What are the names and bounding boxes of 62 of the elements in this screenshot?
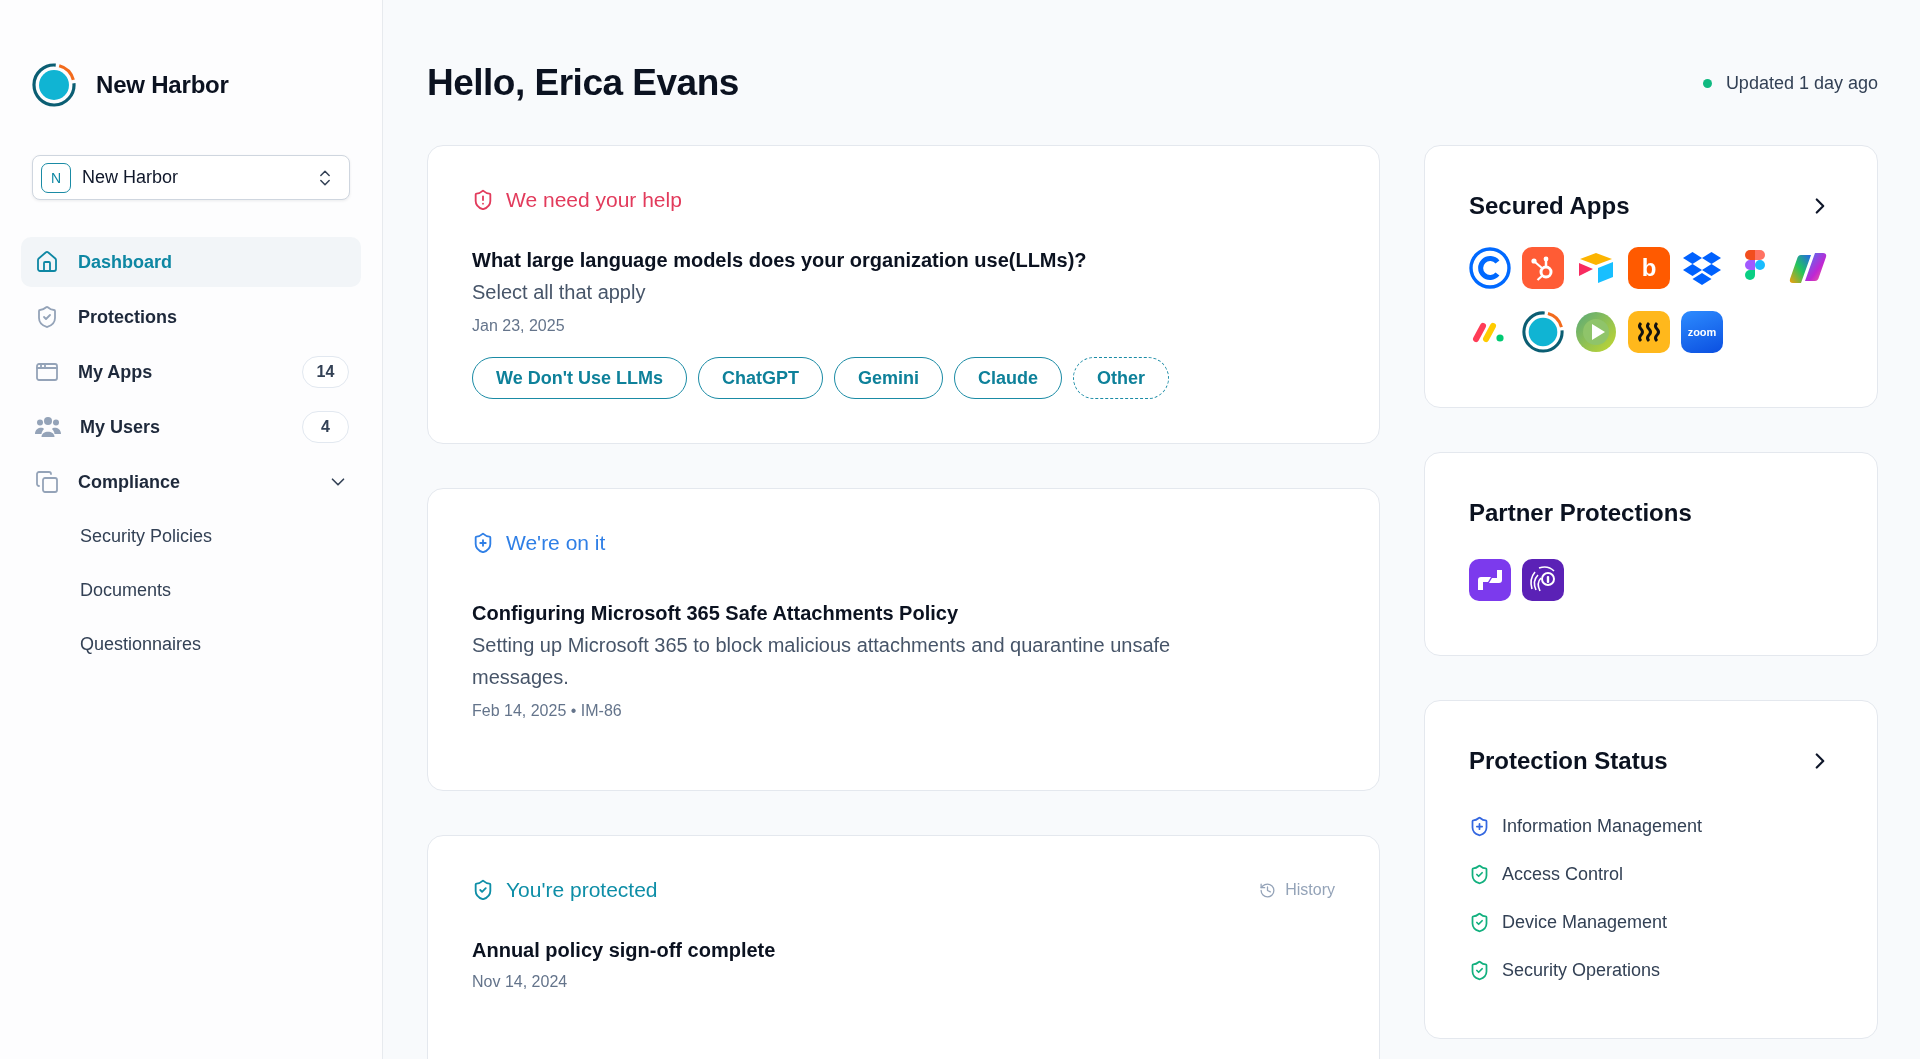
status-label: Information Management (1502, 815, 1703, 837)
answer-chip[interactable]: ChatGPT (697, 357, 823, 399)
item-description: Select all that apply (472, 280, 647, 305)
nav-item[interactable]: Protections (21, 292, 361, 342)
item-meta: Nov 14, 2024 (472, 972, 569, 992)
ring-logo-icon (1522, 311, 1564, 353)
shield-plus-icon (472, 532, 494, 554)
item-meta: Feb 14, 2025 • IM-86 (472, 701, 623, 721)
hub-logo-icon (1522, 247, 1564, 289)
answer-chip[interactable]: We Don't Use LLMs (472, 357, 687, 399)
status-heading: We need your help (506, 188, 682, 212)
nav-item[interactable]: Dashboard (21, 237, 361, 287)
shield-check-icon (1469, 911, 1490, 933)
link-mark-logo-icon (1469, 559, 1511, 601)
history-icon (1259, 881, 1277, 899)
shield-check-icon (35, 305, 59, 329)
status-label: Security Operations (1502, 959, 1661, 981)
brand-name: New Harbor (96, 71, 229, 99)
shield-check-icon (1469, 959, 1490, 981)
shield-check-icon (472, 879, 494, 901)
card-title: Protection Status (1469, 747, 1668, 775)
status-heading: We're on it (506, 531, 606, 555)
count-badge: 14 (302, 356, 349, 388)
status-dot-icon (1702, 78, 1712, 88)
nav-subitem[interactable]: Documents (21, 565, 361, 615)
c-ring-logo-icon (1469, 247, 1511, 289)
ring-logo-icon (32, 63, 76, 107)
nav-item[interactable]: Compliance (21, 457, 361, 507)
answer-chip[interactable]: Gemini (834, 357, 943, 399)
item-title: Configuring Microsoft 365 Safe Attachments Policy (472, 601, 959, 626)
home-icon (35, 250, 59, 274)
fingerprint-lock-logo-icon (1522, 559, 1564, 601)
greeting-heading: Hello, Erica Evans (427, 62, 739, 104)
letter-logo: b (1628, 247, 1670, 289)
card-title: Secured Apps (1469, 192, 1630, 220)
status-label: Device Management (1502, 911, 1668, 933)
app-window-icon (35, 360, 59, 384)
shield-check-icon (1469, 863, 1490, 885)
answer-chip[interactable]: Other (1073, 357, 1170, 399)
item-title: Annual policy sign-off complete (472, 938, 777, 963)
wordmark-logo: zoom (1681, 311, 1723, 353)
workspace-selector[interactable]: N New Harbor (32, 155, 350, 200)
play-logo-icon (1575, 311, 1617, 353)
nav-subitem[interactable]: Questionnaires (21, 619, 361, 669)
item-meta: Jan 23, 2025 (472, 316, 566, 336)
card-title: Partner Protections (1469, 499, 1692, 527)
updated-text: Updated 1 day ago (1725, 72, 1878, 94)
nav-item[interactable]: My Users 4 (21, 402, 361, 452)
shield-plus-icon (1469, 815, 1490, 837)
workspace-initial: N (41, 162, 71, 193)
item-title: What large language models does your organization use(LLMs)? (472, 248, 1088, 273)
status-label: Access Control (1502, 863, 1624, 885)
nav-item[interactable]: My Apps 14 (21, 347, 361, 397)
status-heading: You're protected (506, 878, 658, 902)
users-icon (35, 416, 61, 438)
item-description: Setting up Microsoft 365 to block malicious attachments and quarantine unsafe messages. (472, 633, 1172, 690)
waves-logo-icon (1628, 311, 1670, 353)
count-badge: 4 (302, 411, 349, 443)
shield-alert-icon (472, 189, 494, 211)
answer-chip[interactable]: Claude (954, 357, 1062, 399)
nav-subitem[interactable]: Security Policies (21, 511, 361, 561)
copy-icon (35, 470, 59, 494)
